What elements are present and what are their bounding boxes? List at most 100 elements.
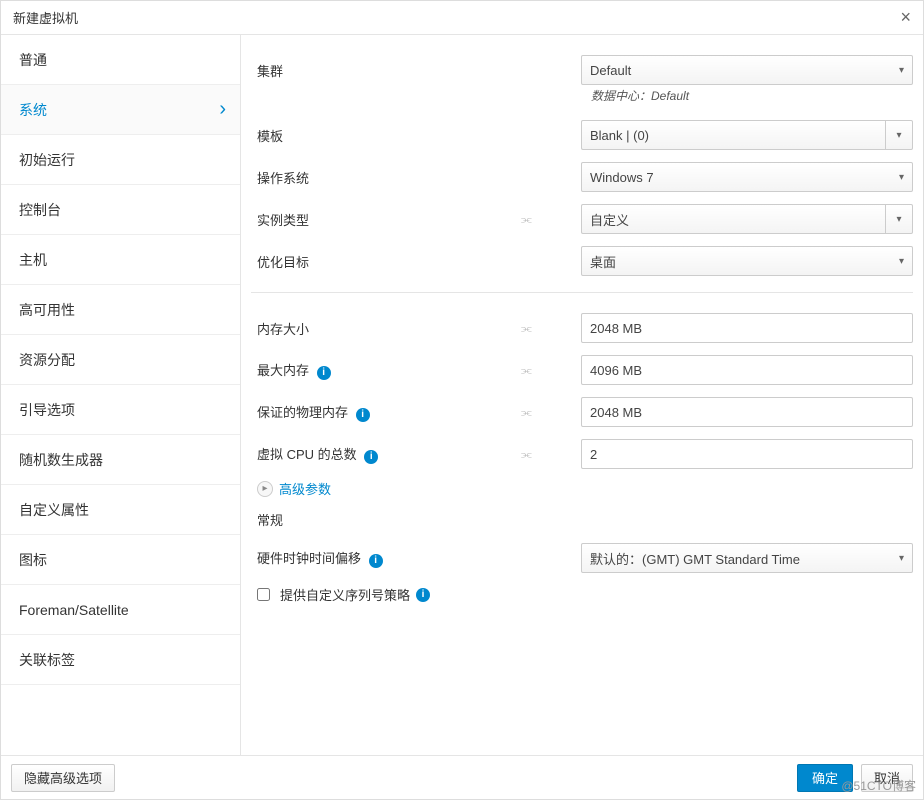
info-icon[interactable]: i	[416, 588, 430, 602]
select-value: Blank | (0)	[590, 128, 649, 143]
input-value: 2048 MB	[590, 321, 642, 336]
select-template-version[interactable]: ▾	[885, 120, 913, 150]
row-memory: 内存大小 ⫘ 2048 MB	[251, 307, 913, 349]
select-os[interactable]: Windows 7 ▾	[581, 162, 913, 192]
sidebar-item-label: 随机数生成器	[19, 450, 103, 470]
sidebar-item-system[interactable]: 系统	[1, 85, 240, 135]
select-cluster[interactable]: Default ▾	[581, 55, 913, 85]
chevron-down-icon: ▾	[899, 553, 904, 564]
sidebar: 普通 系统 初始运行 控制台 主机 高可用性 资源分配 引导选项 随机数生成器 …	[1, 35, 241, 755]
sidebar-item-boot[interactable]: 引导选项	[1, 385, 240, 435]
chevron-down-icon: ▾	[899, 65, 904, 76]
input-value: 2	[590, 447, 597, 462]
info-icon[interactable]: i	[369, 554, 383, 568]
sidebar-item-label: 普通	[19, 50, 47, 70]
select-value: 自定义	[590, 210, 629, 229]
input-value: 2048 MB	[590, 405, 642, 420]
chain-icon: ⫘	[521, 212, 581, 227]
datacenter-text: 数据中心：Default	[591, 89, 689, 103]
chevron-down-icon: ▾	[899, 256, 904, 267]
sidebar-item-label: 图标	[19, 550, 47, 570]
label-clock-offset: 硬件时钟时间偏移 i	[251, 548, 521, 568]
input-max-memory[interactable]: 4096 MB	[581, 355, 913, 385]
row-instance-type: 实例类型 ⫘ 自定义 ▾	[251, 198, 913, 240]
sidebar-item-label: Foreman/Satellite	[19, 602, 129, 618]
row-vcpu: 虚拟 CPU 的总数 i ⫘ 2	[251, 433, 913, 475]
select-value: 默认的：(GMT) GMT Standard Time	[590, 549, 800, 568]
sidebar-item-label: 自定义属性	[19, 500, 89, 520]
row-custom-serial: 提供自定义序列号策略 i	[251, 579, 913, 610]
sidebar-item-label: 控制台	[19, 200, 61, 220]
select-template[interactable]: Blank | (0)	[581, 120, 885, 150]
hide-advanced-button[interactable]: 隐藏高级选项	[11, 764, 115, 792]
label-custom-serial: 提供自定义序列号策略	[280, 585, 410, 604]
sidebar-item-label: 高可用性	[19, 300, 75, 320]
row-cluster: 集群 Default ▾	[251, 49, 913, 91]
input-value: 4096 MB	[590, 363, 642, 378]
button-label: 隐藏高级选项	[24, 768, 102, 787]
row-clock-offset: 硬件时钟时间偏移 i 默认的：(GMT) GMT Standard Time ▾	[251, 537, 913, 579]
input-vcpu[interactable]: 2	[581, 439, 913, 469]
select-instance-type[interactable]: 自定义	[581, 204, 885, 234]
sidebar-item-label: 系统	[19, 100, 47, 120]
row-template: 模板 Blank | (0) ▾	[251, 114, 913, 156]
sidebar-item-foreman[interactable]: Foreman/Satellite	[1, 585, 240, 635]
chevron-down-icon: ▾	[899, 172, 904, 183]
sidebar-item-labels[interactable]: 关联标签	[1, 635, 240, 685]
label-vcpu: 虚拟 CPU 的总数 i	[251, 444, 521, 464]
row-advanced-params: ▸ 高级参数	[251, 475, 913, 506]
dialog-footer: 隐藏高级选项 确定 取消	[1, 755, 923, 799]
select-value: 桌面	[590, 252, 616, 271]
input-guaranteed-memory[interactable]: 2048 MB	[581, 397, 913, 427]
sidebar-item-rng[interactable]: 随机数生成器	[1, 435, 240, 485]
sidebar-item-label: 关联标签	[19, 650, 75, 670]
divider	[251, 292, 913, 293]
button-label: 确定	[812, 768, 838, 787]
sidebar-item-label: 资源分配	[19, 350, 75, 370]
cancel-button[interactable]: 取消	[861, 764, 913, 792]
row-datacenter-note: 数据中心：Default	[251, 87, 913, 104]
main-panel: 集群 Default ▾ 数据中心：Default 模板	[241, 35, 923, 755]
label-memory: 内存大小	[251, 319, 521, 338]
expander-label: 高级参数	[279, 479, 331, 498]
select-optimize[interactable]: 桌面 ▾	[581, 246, 913, 276]
input-memory[interactable]: 2048 MB	[581, 313, 913, 343]
sidebar-item-label: 主机	[19, 250, 47, 270]
label-template: 模板	[251, 126, 521, 145]
close-icon[interactable]: ×	[900, 7, 911, 28]
sidebar-item-resource[interactable]: 资源分配	[1, 335, 240, 385]
chain-icon: ⫘	[521, 447, 581, 462]
sidebar-item-host[interactable]: 主机	[1, 235, 240, 285]
sidebar-item-initial-run[interactable]: 初始运行	[1, 135, 240, 185]
sidebar-item-ha[interactable]: 高可用性	[1, 285, 240, 335]
select-clock-offset[interactable]: 默认的：(GMT) GMT Standard Time ▾	[581, 543, 913, 573]
new-vm-dialog: 新建虚拟机 × 普通 系统 初始运行 控制台 主机 高可用性 资源分配 引导选项…	[0, 0, 924, 800]
button-label: 取消	[874, 768, 900, 787]
label-cluster: 集群	[251, 61, 521, 80]
sidebar-item-console[interactable]: 控制台	[1, 185, 240, 235]
dialog-header: 新建虚拟机 ×	[1, 1, 923, 35]
info-icon[interactable]: i	[364, 450, 378, 464]
sidebar-item-icon[interactable]: 图标	[1, 535, 240, 585]
sidebar-item-general[interactable]: 普通	[1, 35, 240, 85]
label-guaranteed-memory: 保证的物理内存 i	[251, 402, 521, 422]
info-icon[interactable]: i	[356, 408, 370, 422]
sidebar-item-label: 初始运行	[19, 150, 75, 170]
heading-general: 常规	[251, 506, 913, 537]
info-icon[interactable]: i	[317, 366, 331, 380]
label-os: 操作系统	[251, 168, 521, 187]
row-max-memory: 最大内存 i ⫘ 4096 MB	[251, 349, 913, 391]
chain-icon: ⫘	[521, 405, 581, 420]
row-guaranteed-memory: 保证的物理内存 i ⫘ 2048 MB	[251, 391, 913, 433]
sidebar-item-custom-props[interactable]: 自定义属性	[1, 485, 240, 535]
expander-advanced-params[interactable]: ▸ 高级参数	[257, 479, 913, 498]
select-value: Windows 7	[590, 170, 654, 185]
select-value: Default	[590, 63, 631, 78]
checkbox-custom-serial[interactable]	[257, 588, 270, 601]
ok-button[interactable]: 确定	[797, 764, 853, 792]
row-optimize: 优化目标 桌面 ▾	[251, 240, 913, 282]
label-max-memory: 最大内存 i	[251, 360, 521, 380]
label-instance-type: 实例类型	[251, 210, 521, 229]
expand-icon: ▸	[257, 481, 273, 497]
select-instance-type-dd[interactable]: ▾	[885, 204, 913, 234]
